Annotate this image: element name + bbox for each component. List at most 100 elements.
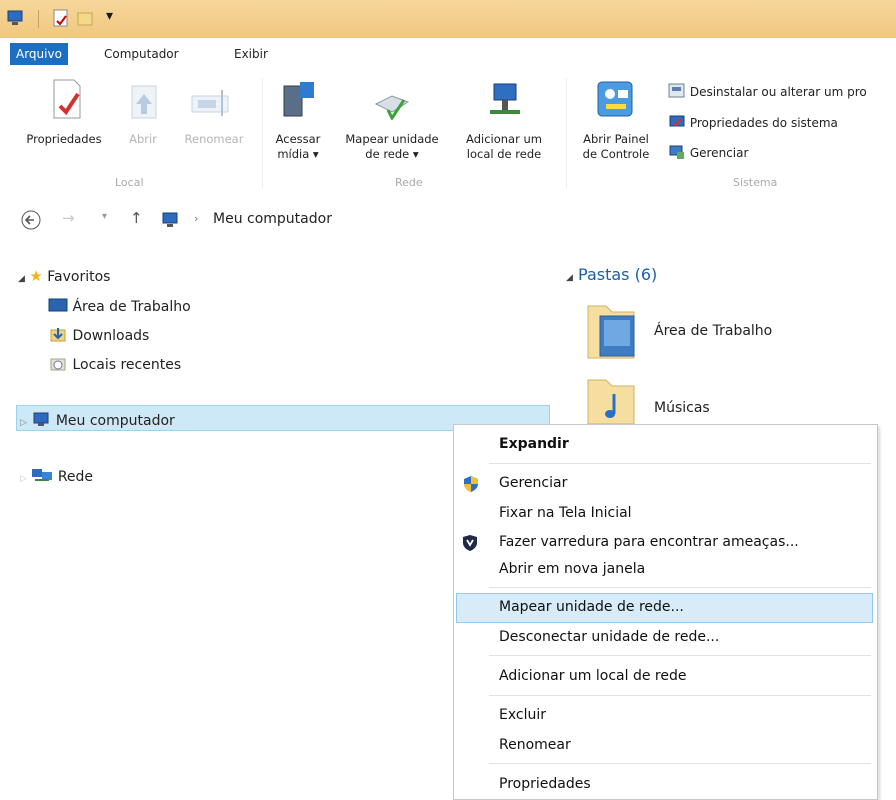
adicionar-local-label-1: Adicionar um: [466, 132, 542, 146]
propriedades-button[interactable]: Propriedades: [14, 78, 114, 173]
nav-locais-label: Locais recentes: [72, 357, 182, 373]
menu-item-expandir[interactable]: Expandir: [499, 436, 569, 452]
gerenciar-button[interactable]: Gerenciar: [668, 144, 748, 162]
desinstalar-programa-button[interactable]: Desinstalar ou alterar um pro: [668, 83, 867, 101]
nav-area-label: Área de Trabalho: [72, 299, 191, 315]
back-arrow-icon[interactable]: [20, 209, 42, 231]
folder-item[interactable]: Músicas: [584, 374, 884, 424]
menu-item-excluir[interactable]: Excluir: [499, 707, 546, 723]
collapse-arrow-icon[interactable]: ◢: [18, 274, 25, 284]
nav-meu-computador[interactable]: ▷ Meu computador: [20, 411, 175, 429]
recent-locations-icon[interactable]: ▾: [102, 211, 107, 222]
menu-item-desconectar-unidade[interactable]: Desconectar unidade de rede...: [499, 629, 719, 645]
desinstalar-label: Desinstalar ou alterar um pro: [689, 85, 867, 99]
menu-item-renomear[interactable]: Renomear: [499, 737, 571, 753]
group-label-sistema: Sistema: [733, 176, 778, 189]
nav-area-de-trabalho[interactable]: Área de Trabalho: [48, 297, 191, 315]
breadcrumb-meu-computador[interactable]: Meu computador: [213, 211, 332, 227]
open-icon: [131, 85, 157, 119]
tab-computador[interactable]: Computador: [104, 43, 179, 65]
computer-icon: [162, 212, 178, 227]
expand-arrow-icon[interactable]: ▷: [20, 474, 27, 484]
folder-label: Área de Trabalho: [654, 323, 773, 339]
abrir-button[interactable]: Abrir: [120, 78, 166, 173]
menu-item-nova-janela[interactable]: Abrir em nova janela: [499, 561, 645, 577]
mapear-unidade-label-1: Mapear unidade: [345, 132, 439, 146]
add-network-location-icon: [490, 83, 520, 114]
properties-icon: [53, 79, 81, 119]
group-label-local: Local: [115, 176, 144, 189]
renomear-label: Renomear: [184, 132, 244, 146]
address-bar: → ▾ ↑ › Meu computador: [0, 205, 896, 235]
abrir-painel-label-2: de Controle: [582, 147, 650, 161]
ribbon-tabs: Arquivo Computador Exibir: [0, 38, 896, 68]
nav-downloads[interactable]: Downloads: [48, 326, 149, 344]
uninstall-icon: [668, 83, 685, 98]
collapse-arrow-icon[interactable]: ◢: [566, 273, 573, 283]
map-drive-icon: [374, 95, 410, 120]
adicionar-local-rede-button[interactable]: Adicionar um local de rede: [454, 78, 554, 173]
acessar-midia-label-1: Acessar: [275, 132, 321, 146]
title-bar: ▾: [0, 0, 896, 38]
defender-shield-icon: [463, 535, 477, 551]
new-folder-icon[interactable]: [76, 9, 94, 29]
manage-computer-icon: [669, 145, 684, 159]
renomear-button[interactable]: Renomear: [172, 78, 256, 173]
menu-separator: [489, 587, 871, 588]
folder-music-icon: [587, 379, 635, 424]
recent-places-icon: [50, 358, 66, 371]
mapear-unidade-button[interactable]: Mapear unidade de rede ▾: [330, 78, 454, 173]
abrir-painel-label-1: Abrir Painel: [583, 132, 649, 146]
menu-item-gerenciar[interactable]: Gerenciar: [499, 475, 567, 491]
menu-separator: [489, 763, 871, 764]
computer-icon: [33, 412, 49, 426]
nav-locais-recentes[interactable]: Locais recentes: [48, 355, 181, 373]
folder-item[interactable]: Área de Trabalho: [584, 300, 884, 364]
expand-arrow-icon[interactable]: ▷: [20, 418, 27, 428]
forward-arrow-icon[interactable]: →: [62, 209, 75, 227]
properties-icon[interactable]: [52, 9, 70, 29]
computer-icon[interactable]: [6, 9, 28, 27]
menu-item-propriedades[interactable]: Propriedades: [499, 776, 591, 792]
acessar-midia-label-2: mídia ▾: [277, 147, 319, 161]
shield-uac-icon: [464, 476, 478, 492]
menu-separator: [489, 695, 871, 696]
desktop-icon: [48, 298, 68, 312]
folder-label: Músicas: [654, 400, 710, 416]
divider: [38, 10, 39, 28]
acessar-midia-button[interactable]: Acessar mídia ▾: [268, 78, 328, 173]
menu-item-mapear-unidade[interactable]: Mapear unidade de rede...: [499, 599, 684, 615]
abrir-label: Abrir: [129, 132, 157, 146]
abrir-painel-controle-button[interactable]: Abrir Painel de Controle: [572, 78, 660, 173]
group-separator: [566, 78, 567, 188]
group-label-rede: Rede: [395, 176, 423, 189]
section-header-pastas[interactable]: ◢ Pastas (6): [566, 265, 657, 284]
media-server-icon: [283, 82, 314, 117]
tab-exibir[interactable]: Exibir: [234, 43, 268, 65]
propriedades-label: Propriedades: [26, 132, 102, 146]
propriedades-sistema-button[interactable]: Propriedades do sistema: [668, 114, 838, 132]
adicionar-local-label-2: local de rede: [466, 147, 542, 161]
gerenciar-label: Gerenciar: [689, 146, 749, 160]
context-menu: Expandir Gerenciar Fixar na Tela Inicial…: [453, 424, 878, 800]
tab-arquivo[interactable]: Arquivo: [10, 43, 68, 65]
ribbon: Propriedades Abrir Renomear Local Acessa…: [0, 68, 896, 198]
pastas-label: Pastas (6): [578, 265, 658, 284]
nav-downloads-label: Downloads: [72, 328, 150, 344]
menu-separator: [489, 463, 871, 464]
rename-icon: [191, 90, 229, 116]
nav-rede[interactable]: ▷ Rede: [20, 467, 93, 485]
nav-favoritos-label: Favoritos: [47, 269, 111, 285]
menu-item-adicionar-local[interactable]: Adicionar um local de rede: [499, 668, 686, 684]
breadcrumb-chevron-icon[interactable]: ›: [194, 212, 198, 225]
star-icon: ★: [29, 267, 43, 285]
nav-meu-computador-label: Meu computador: [55, 413, 175, 429]
downloads-icon: [50, 328, 66, 342]
menu-item-varredura[interactable]: Fazer varredura para encontrar ameaças..…: [499, 534, 799, 550]
customize-quick-access-icon[interactable]: ▾: [106, 8, 113, 24]
up-arrow-icon[interactable]: ↑: [130, 209, 143, 227]
group-separator: [262, 78, 263, 188]
mapear-unidade-label-2: de rede ▾: [365, 147, 419, 161]
nav-favoritos[interactable]: ◢ ★ Favoritos: [18, 267, 110, 285]
menu-item-fixar-tela-inicial[interactable]: Fixar na Tela Inicial: [499, 505, 632, 521]
